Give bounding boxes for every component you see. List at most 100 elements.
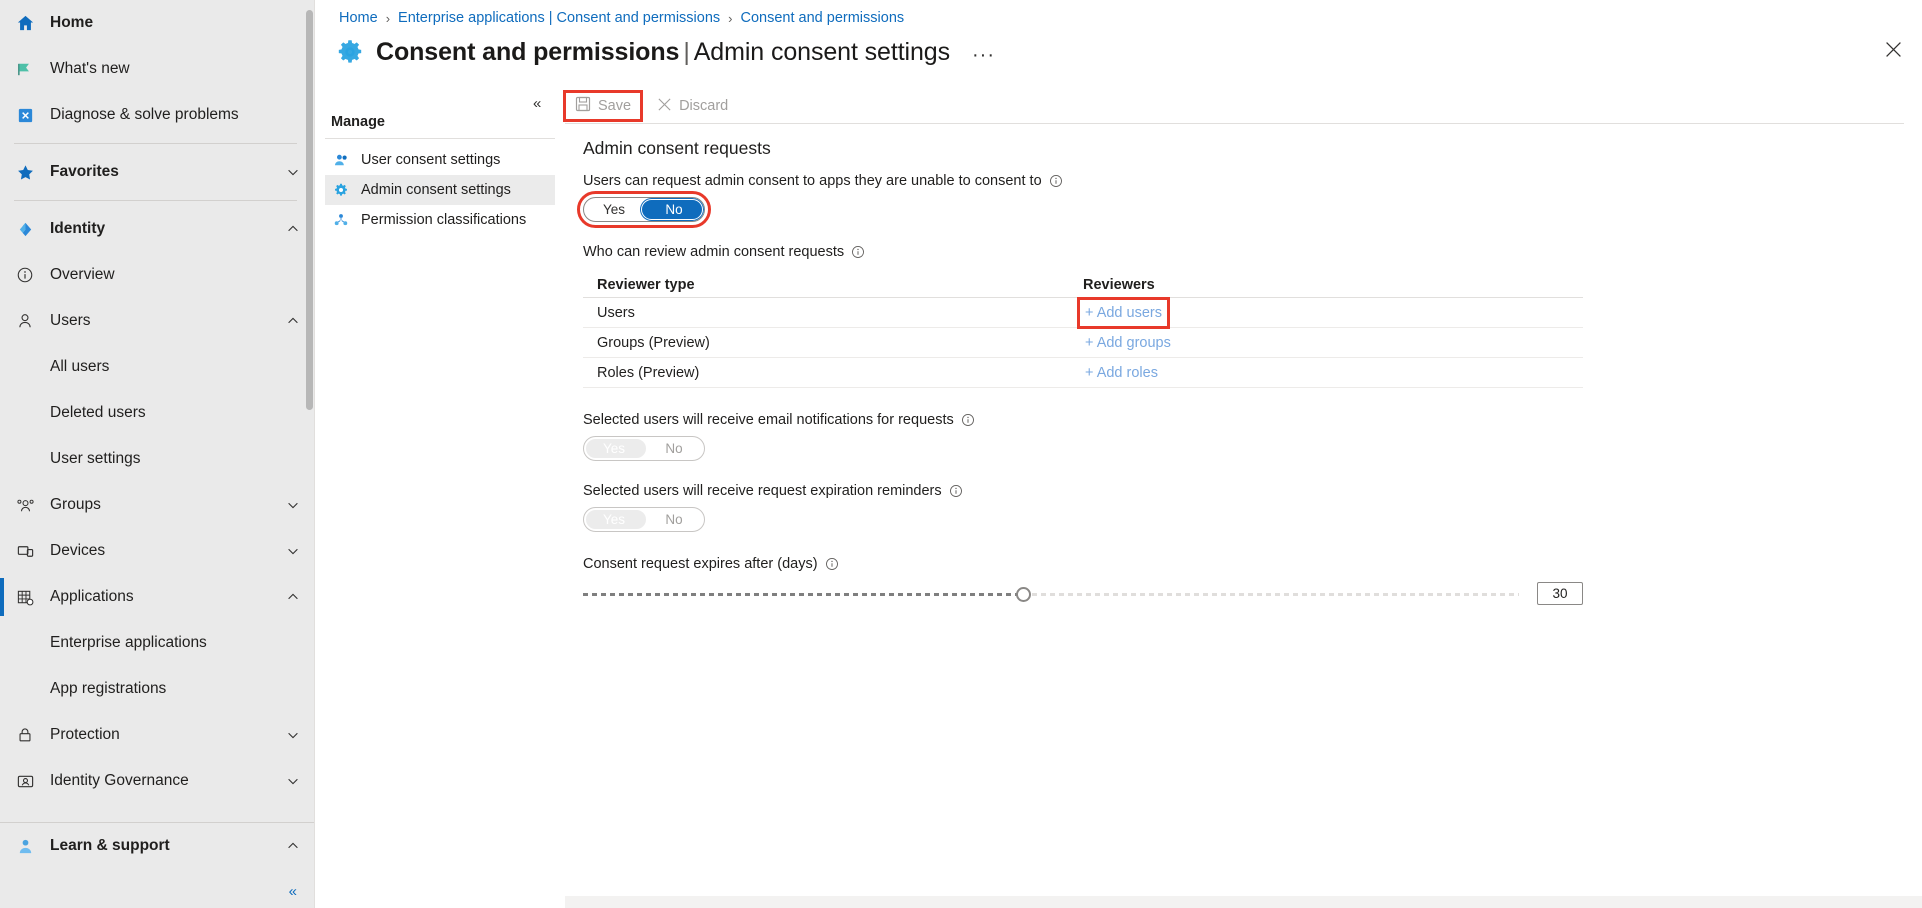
breadcrumb-item-enterprise-applications[interactable]: Enterprise applications | Consent and pe… xyxy=(398,10,720,26)
applications-icon xyxy=(12,588,38,607)
sidebar-item-identity-governance[interactable]: Identity Governance xyxy=(0,758,315,804)
toggle-option-yes[interactable]: Yes xyxy=(584,437,644,460)
sidebar-item-applications[interactable]: Applications xyxy=(0,574,315,620)
sidebar-divider xyxy=(14,143,297,144)
sidebar-divider xyxy=(14,200,297,201)
more-options-icon[interactable]: ··· xyxy=(972,44,995,69)
reviewers-table: Reviewer type Reviewers Users + Add user… xyxy=(583,272,1583,388)
sidebar-item-all-users[interactable]: All users xyxy=(0,344,315,390)
page-title-row: Consent and permissions | Admin consent se… xyxy=(333,35,995,69)
sidebar-subitem-label: All users xyxy=(50,358,110,375)
chevron-down-icon[interactable] xyxy=(285,497,301,513)
sidebar-scrollbar[interactable] xyxy=(306,10,313,410)
submenu-item-admin-consent-settings[interactable]: Admin consent settings xyxy=(325,175,555,205)
sidebar-item-favorites[interactable]: Favorites xyxy=(0,149,315,195)
sidebar-collapse-button[interactable]: « xyxy=(289,883,297,900)
chevron-down-icon[interactable] xyxy=(285,773,301,789)
table-row: Roles (Preview) + Add roles xyxy=(583,358,1583,388)
expires-after-label: Consent request expires after (days) xyxy=(583,556,1922,572)
info-icon[interactable] xyxy=(825,557,839,571)
slider-thumb[interactable] xyxy=(1015,586,1031,602)
toggle-option-no[interactable]: No xyxy=(644,437,704,460)
chevron-down-icon[interactable] xyxy=(285,727,301,743)
email-notifications-toggle[interactable]: Yes No xyxy=(583,436,705,461)
sidebar-item-app-registrations[interactable]: App registrations xyxy=(0,666,315,712)
breadcrumb: Home › Enterprise applications | Consent… xyxy=(339,10,904,26)
breadcrumb-separator-icon: › xyxy=(728,10,733,26)
submenu-item-user-consent-settings[interactable]: User consent settings xyxy=(325,145,555,175)
info-icon[interactable] xyxy=(1049,174,1063,188)
add-roles-link[interactable]: + Add roles xyxy=(1083,363,1160,383)
info-icon[interactable] xyxy=(949,484,963,498)
expires-after-slider[interactable] xyxy=(583,584,1519,604)
sidebar-item-label: Applications xyxy=(50,588,134,605)
chevron-up-icon[interactable] xyxy=(285,838,301,854)
expires-after-value[interactable]: 30 xyxy=(1537,582,1583,605)
slider-filled-track xyxy=(583,592,1023,596)
chevron-up-icon[interactable] xyxy=(285,589,301,605)
page-title-main: Consent and permissions xyxy=(376,37,680,66)
sidebar-item-protection[interactable]: Protection xyxy=(0,712,315,758)
submenu-heading: Manage xyxy=(331,114,385,130)
chevron-up-icon[interactable] xyxy=(285,221,301,237)
email-notifications-label-text: Selected users will receive email notifi… xyxy=(583,412,954,428)
sidebar-item-devices[interactable]: Devices xyxy=(0,528,315,574)
groups-icon xyxy=(12,496,38,515)
submenu-item-permission-classifications[interactable]: Permission classifications xyxy=(325,205,555,235)
command-toolbar: Save Discard xyxy=(562,90,1922,122)
sidebar-item-groups[interactable]: Groups xyxy=(0,482,315,528)
sidebar-item-overview[interactable]: Overview xyxy=(0,252,315,298)
request-consent-toggle[interactable]: Yes No xyxy=(577,191,711,228)
request-consent-label-text: Users can request admin consent to apps … xyxy=(583,173,1042,189)
sidebar-footer: Learn & support « xyxy=(0,822,315,908)
page-title-sub: Admin consent settings xyxy=(693,37,951,66)
main-content-area: Home › Enterprise applications | Consent… xyxy=(315,0,1922,908)
chevron-down-icon[interactable] xyxy=(285,543,301,559)
breadcrumb-item-home[interactable]: Home xyxy=(339,10,378,26)
info-icon[interactable] xyxy=(961,413,975,427)
toggle-option-no[interactable]: No xyxy=(644,508,704,531)
sidebar-item-label: Devices xyxy=(50,542,106,559)
email-notifications-label: Selected users will receive email notifi… xyxy=(583,412,1922,428)
close-blade-button[interactable] xyxy=(1880,36,1906,62)
add-users-link[interactable]: + Add users xyxy=(1077,296,1170,329)
sidebar-item-user-settings[interactable]: User settings xyxy=(0,436,315,482)
chevron-down-icon[interactable] xyxy=(285,164,301,180)
toggle-option-no[interactable]: No xyxy=(644,198,704,221)
reviewer-type-cell: Users xyxy=(597,304,635,321)
reviewers-cell: + Add roles xyxy=(1083,363,1583,383)
info-icon[interactable] xyxy=(851,245,865,259)
expiration-reminders-toggle[interactable]: Yes No xyxy=(583,507,705,532)
sidebar-subitem-label: Enterprise applications xyxy=(50,634,207,651)
sidebar-item-identity[interactable]: Identity xyxy=(0,206,315,252)
sidebar-item-home[interactable]: Home xyxy=(0,0,315,46)
sidebar-item-learn-support[interactable]: Learn & support xyxy=(0,823,315,869)
expiration-reminders-label: Selected users will receive request expi… xyxy=(583,483,1922,499)
toggle-option-yes[interactable]: Yes xyxy=(584,198,644,221)
info-circle-icon xyxy=(12,266,38,284)
breadcrumb-item-consent-and-permissions[interactable]: Consent and permissions xyxy=(741,10,905,26)
save-button[interactable]: Save xyxy=(562,90,644,122)
toggle-option-yes[interactable]: Yes xyxy=(584,508,644,531)
support-person-icon xyxy=(12,837,38,856)
sidebar-item-label: Favorites xyxy=(50,163,119,180)
sidebar-item-diagnose-solve-problems[interactable]: Diagnose & solve problems xyxy=(0,92,315,138)
user-consent-icon xyxy=(331,152,351,168)
sidebar-item-enterprise-applications[interactable]: Enterprise applications xyxy=(0,620,315,666)
column-header-reviewer-type: Reviewer type xyxy=(597,276,695,293)
left-navigation-sidebar: Home What's new Diagnose & solve problem… xyxy=(0,0,315,908)
azure-portal-page: Home What's new Diagnose & solve problem… xyxy=(0,0,1922,908)
home-icon xyxy=(12,14,38,33)
add-groups-link[interactable]: + Add groups xyxy=(1083,333,1173,353)
sidebar-item-whats-new[interactable]: What's new xyxy=(0,46,315,92)
sidebar-item-label: Users xyxy=(50,312,91,329)
person-icon xyxy=(12,312,38,330)
discard-button[interactable]: Discard xyxy=(647,93,738,120)
chevron-up-icon[interactable] xyxy=(285,313,301,329)
content-bottom-shade xyxy=(565,896,1922,908)
sidebar-item-users[interactable]: Users xyxy=(0,298,315,344)
toolbar-divider xyxy=(565,123,1904,124)
sidebar-subitem-label: Deleted users xyxy=(50,404,146,421)
sidebar-item-deleted-users[interactable]: Deleted users xyxy=(0,390,315,436)
diagnose-icon xyxy=(12,106,38,125)
